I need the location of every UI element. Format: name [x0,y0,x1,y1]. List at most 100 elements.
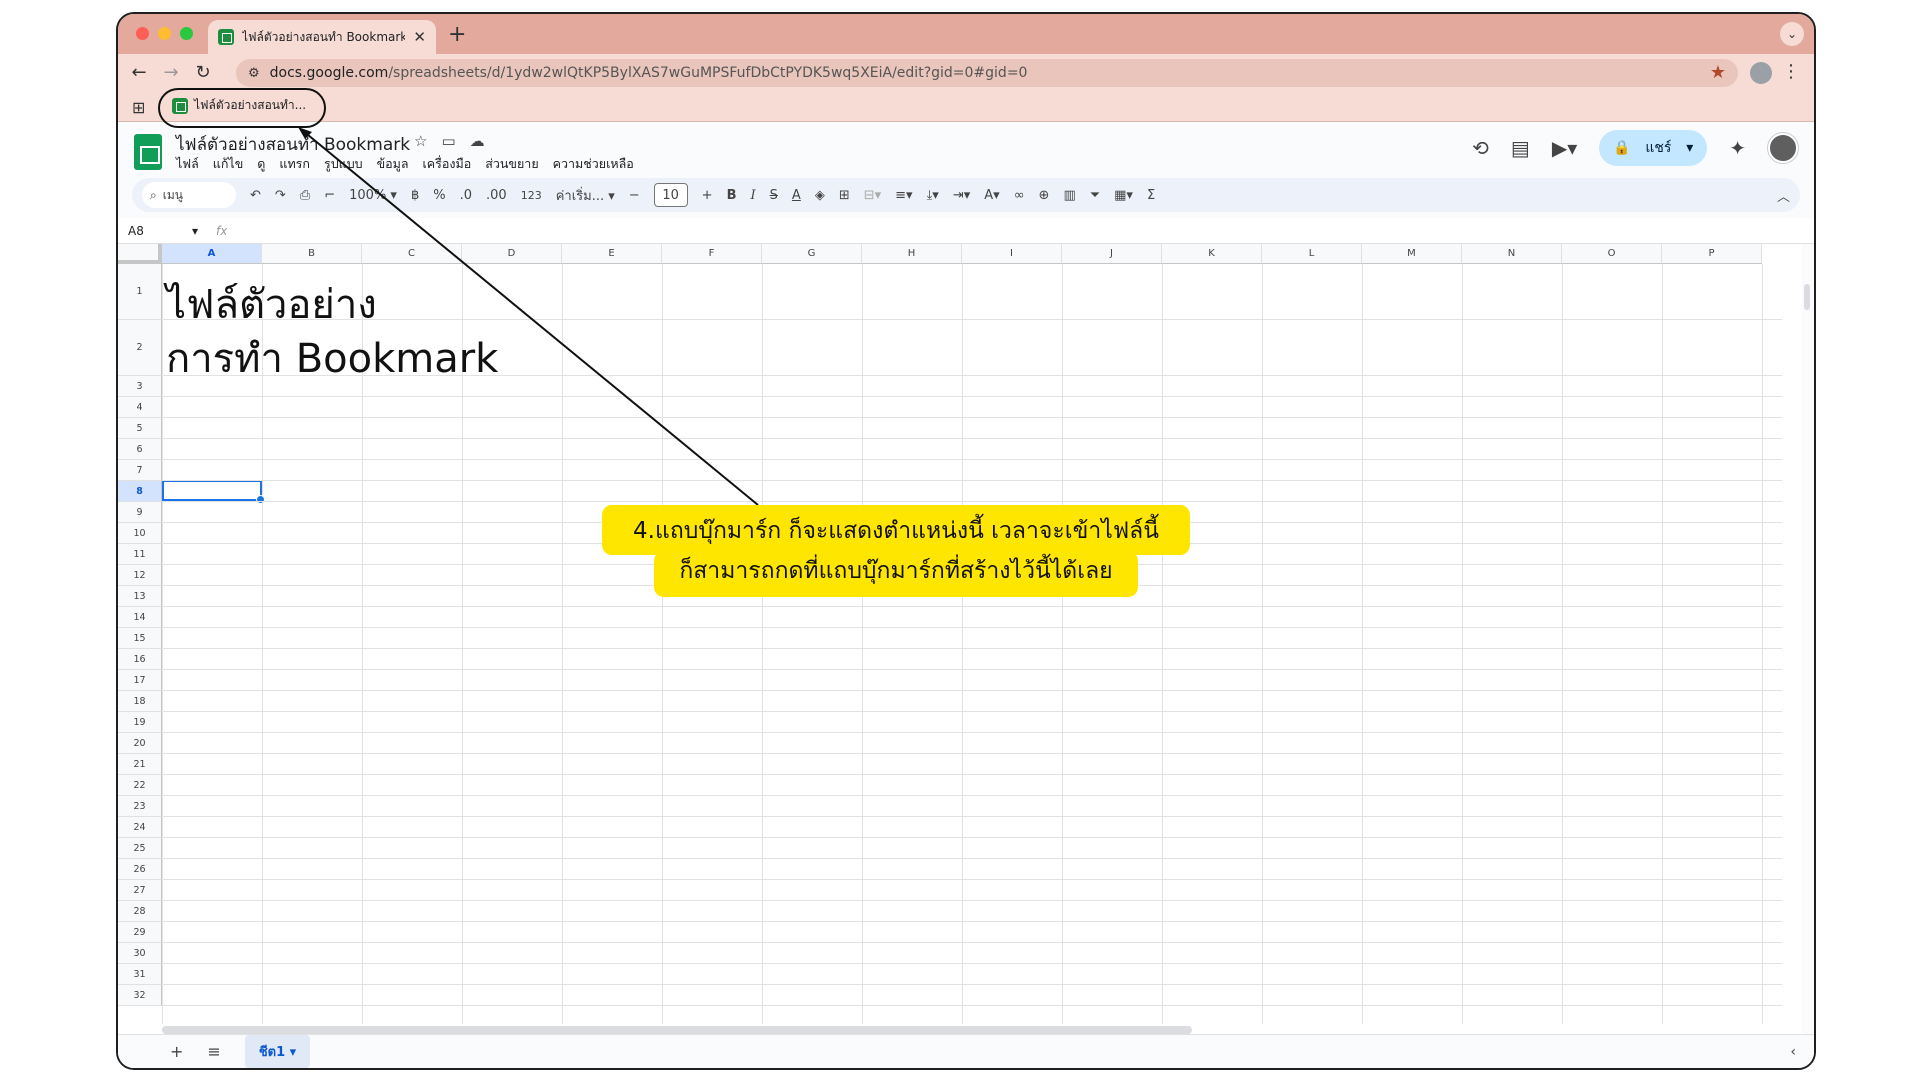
sheets-logo-icon[interactable] [134,134,162,170]
column-header-j[interactable]: J [1062,244,1162,264]
column-header-k[interactable]: K [1162,244,1262,264]
add-sheet-icon[interactable]: + [170,1042,183,1061]
row-header-12[interactable]: 12 [118,565,162,586]
collapse-toolbar-icon[interactable]: ︿ [1777,186,1790,205]
row-header-15[interactable]: 15 [118,628,162,649]
functions-button[interactable]: Σ [1147,188,1155,203]
menu-edit[interactable]: แก้ไข [213,154,243,174]
meet-icon[interactable]: ▶▾ [1552,136,1577,160]
column-header-o[interactable]: O [1562,244,1662,264]
row-header-5[interactable]: 5 [118,418,162,439]
insert-chart-icon[interactable]: ▥ [1063,188,1075,203]
cloud-status-icon[interactable]: ☁ [470,132,485,150]
menu-view[interactable]: ดู [257,154,265,174]
gemini-sparkle-icon[interactable]: ✦ [1729,136,1746,160]
version-history-icon[interactable]: ⟲ [1472,136,1489,160]
select-all-corner[interactable] [118,244,162,264]
menu-help[interactable]: ความช่วยเหลือ [553,154,634,174]
tab-search-button[interactable]: ⌄ [1780,22,1804,46]
row-header-3[interactable]: 3 [118,376,162,397]
row-header-13[interactable]: 13 [118,586,162,607]
new-tab-button[interactable]: + [448,22,466,47]
all-sheets-icon[interactable]: ≡ [207,1042,220,1061]
column-header-m[interactable]: M [1362,244,1462,264]
menu-file[interactable]: ไฟล์ [176,154,199,174]
column-header-a[interactable]: A [162,244,262,264]
column-header-n[interactable]: N [1462,244,1562,264]
site-info-icon[interactable]: ⚙ [248,66,260,81]
column-header-l[interactable]: L [1262,244,1362,264]
cells-area[interactable]: ไฟล์ตัวอย่าง การทำ Bookmark [162,264,1782,1024]
text-color-icon[interactable]: A [792,188,801,203]
menu-format[interactable]: รูปแบบ [324,154,363,174]
font-select[interactable]: ค่าเริ่ม... ▾ [556,185,615,206]
bookmark-star-icon[interactable]: ★ [1710,62,1726,83]
close-window-button[interactable] [136,27,149,40]
fill-color-icon[interactable]: ◈ [815,188,825,203]
row-header-31[interactable]: 31 [118,964,162,985]
row-header-25[interactable]: 25 [118,838,162,859]
horizontal-scrollbar[interactable] [162,1026,1192,1034]
menu-data[interactable]: ข้อมูล [377,154,409,174]
column-header-p[interactable]: P [1662,244,1762,264]
row-header-27[interactable]: 27 [118,880,162,901]
vertical-align-icon[interactable]: ⤓▾ [927,188,939,203]
row-header-11[interactable]: 11 [118,544,162,565]
row-header-28[interactable]: 28 [118,901,162,922]
row-header-16[interactable]: 16 [118,649,162,670]
column-header-d[interactable]: D [462,244,562,264]
filter-icon[interactable]: ⏷ [1090,188,1100,203]
row-header-32[interactable]: 32 [118,985,162,1006]
move-folder-icon[interactable]: ▭ [441,132,455,150]
zoom-select[interactable]: 100% ▾ [349,188,397,203]
row-header-8[interactable]: 8 [118,481,162,502]
reload-icon[interactable]: ↻ [192,62,214,83]
row-header-21[interactable]: 21 [118,754,162,775]
font-size-decrease-icon[interactable]: − [629,188,640,203]
row-header-30[interactable]: 30 [118,943,162,964]
maximize-window-button[interactable] [180,27,193,40]
row-header-19[interactable]: 19 [118,712,162,733]
undo-icon[interactable]: ↶ [250,188,261,203]
vertical-scrollbar[interactable] [1804,284,1810,310]
increase-decimal-button[interactable]: .00 [486,188,507,203]
browser-menu-icon[interactable]: ⋮ [1782,61,1800,82]
row-header-20[interactable]: 20 [118,733,162,754]
forward-icon[interactable]: → [160,62,182,83]
redo-icon[interactable]: ↷ [275,188,286,203]
print-icon[interactable]: ⎙ [300,188,310,203]
filter-views-icon[interactable]: ▦▾ [1114,188,1133,203]
menu-search[interactable]: ⌕ เมนู [142,182,236,208]
menu-tools[interactable]: เครื่องมือ [423,154,472,174]
insert-comment-icon[interactable]: ⊕ [1039,188,1050,203]
font-size-input[interactable]: 10 [653,183,688,207]
row-header-22[interactable]: 22 [118,775,162,796]
strikethrough-icon[interactable]: S [770,188,778,203]
selected-cell[interactable] [162,480,265,504]
column-header-h[interactable]: H [862,244,962,264]
name-box-dropdown-icon[interactable]: ▾ [192,224,198,238]
text-rotation-icon[interactable]: A▾ [984,188,999,203]
row-header-4[interactable]: 4 [118,397,162,418]
bold-button[interactable]: B [727,188,737,203]
spreadsheet-grid[interactable]: ABCDEFGHIJKLMNOP 1 2 3 4 5 6 7 8 9 10 11 12 13 14 15 16… [118,244,1802,1034]
user-avatar[interactable] [1768,133,1798,163]
row-header-17[interactable]: 17 [118,670,162,691]
column-header-f[interactable]: F [662,244,762,264]
number-format-button[interactable]: 123 [521,189,542,202]
paint-format-icon[interactable]: ⌐ [324,188,335,203]
row-header-29[interactable]: 29 [118,922,162,943]
menu-extensions[interactable]: ส่วนขยาย [485,154,538,174]
back-icon[interactable]: ← [128,62,150,83]
apps-grid-icon[interactable]: ⊞ [132,98,145,117]
row-header-7[interactable]: 7 [118,460,162,481]
share-button[interactable]: 🔒 แชร์ ▾ [1599,130,1708,166]
column-header-e[interactable]: E [562,244,662,264]
minimize-window-button[interactable] [158,27,171,40]
row-header-23[interactable]: 23 [118,796,162,817]
borders-icon[interactable]: ⊞ [839,188,850,203]
row-header-2[interactable]: 2 [118,320,162,376]
horizontal-align-icon[interactable]: ≡▾ [895,188,912,203]
row-header-24[interactable]: 24 [118,817,162,838]
italic-button[interactable]: I [751,188,756,203]
